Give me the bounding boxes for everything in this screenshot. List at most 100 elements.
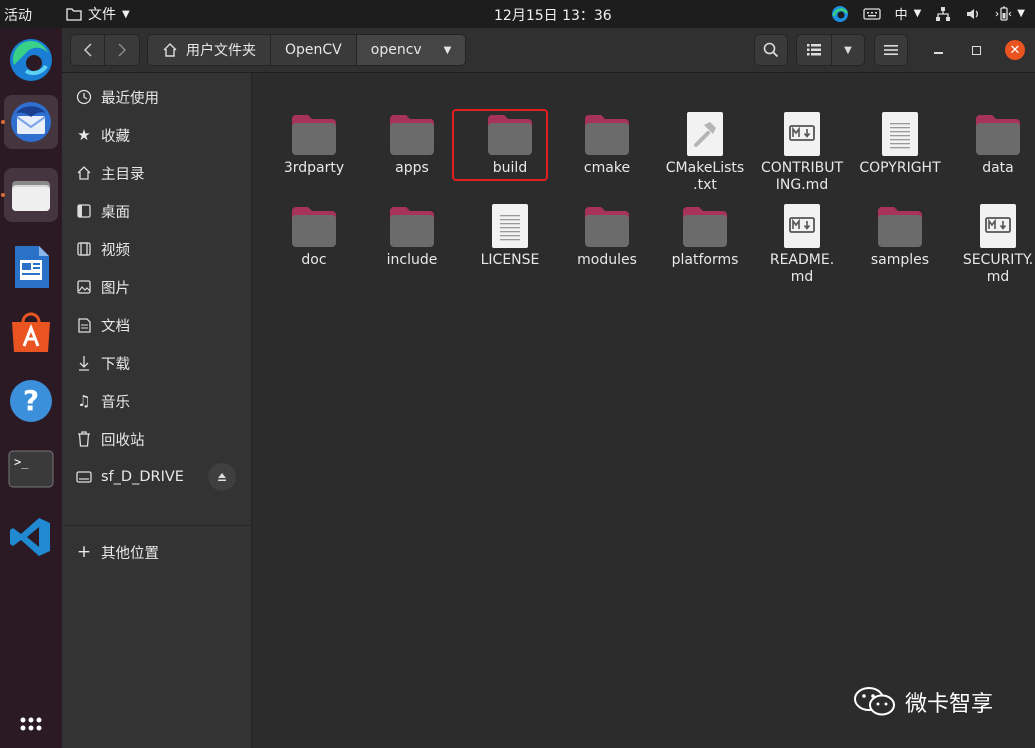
sidebar-item-drive[interactable]: sf_D_DRIVE (62, 459, 251, 495)
trash-icon (76, 431, 92, 447)
network-icon[interactable] (935, 6, 951, 22)
folder-item[interactable]: platforms (657, 201, 753, 269)
battery-icon[interactable]: ▼ (995, 6, 1025, 22)
view-options-button[interactable]: ▼ (831, 34, 865, 66)
edge-tray-icon[interactable] (831, 5, 849, 23)
menu-button[interactable] (874, 34, 908, 66)
file-name: modules (577, 252, 637, 268)
svg-text:>_: >_ (14, 455, 29, 469)
sidebar-item-downloads[interactable]: 下载 (62, 345, 251, 381)
home-icon (76, 165, 92, 181)
show-applications-button[interactable] (4, 708, 58, 748)
folder-icon (66, 8, 82, 21)
folder-item[interactable]: modules (559, 201, 655, 269)
file-item[interactable]: CONTRIBUT ING.md (754, 109, 850, 194)
eject-button[interactable] (208, 463, 236, 491)
clock[interactable]: 12月15日 13：36 (494, 5, 612, 25)
chevron-left-icon (83, 43, 92, 57)
folder-item[interactable]: cmake (559, 109, 655, 177)
sidebar-item-label: 回收站 (101, 432, 145, 449)
dock-terminal[interactable]: >_ (4, 442, 58, 496)
svg-text:?: ? (23, 384, 39, 417)
file-name: 3rdparty (283, 160, 345, 176)
sidebar-item-videos[interactable]: 视频 (62, 231, 251, 267)
file-item[interactable]: SECURITY. md (950, 201, 1035, 286)
sidebar-item-other-locations[interactable]: + 其他位置 (62, 534, 251, 570)
dock-software[interactable] (4, 306, 58, 360)
search-button[interactable] (754, 34, 788, 66)
file-icon-wrap (950, 201, 1035, 249)
file-item[interactable]: LICENSE (462, 201, 558, 269)
maximize-button[interactable] (966, 40, 986, 60)
folder-icon (390, 115, 434, 155)
file-name: LICENSE (480, 252, 540, 268)
chevron-down-icon: ▼ (1017, 8, 1025, 19)
dock-vscode[interactable] (4, 510, 58, 564)
sidebar-item-pictures[interactable]: 图片 (62, 269, 251, 305)
file-icon-wrap (754, 109, 850, 157)
search-icon (763, 42, 779, 58)
folder-icon (683, 207, 727, 247)
back-button[interactable] (70, 34, 105, 66)
chevron-right-icon (118, 43, 127, 57)
file-item[interactable]: COPYRIGHT (852, 109, 948, 177)
folder-item[interactable]: apps (364, 109, 460, 177)
folder-item[interactable]: build (462, 109, 558, 177)
file-name: COPYRIGHT (859, 160, 941, 176)
sidebar-item-trash[interactable]: 回收站 (62, 421, 251, 457)
wechat-icon (854, 687, 895, 716)
crumb-current[interactable]: opencv ▼ (356, 35, 466, 65)
sidebar-item-starred[interactable]: ★ 收藏 (62, 117, 251, 153)
sidebar-item-desktop[interactable]: 桌面 (62, 193, 251, 229)
dock-thunderbird[interactable] (4, 95, 58, 149)
clock-icon (76, 89, 92, 105)
file-name: build (492, 160, 528, 176)
input-method-label: 中 (894, 8, 908, 23)
minimize-button[interactable] (928, 40, 948, 60)
activities-button[interactable]: 活动 (4, 5, 32, 25)
chevron-down-icon: ▼ (443, 44, 452, 56)
folder-item[interactable]: data (950, 109, 1035, 177)
close-button[interactable]: ✕ (1005, 40, 1025, 60)
folder-item[interactable]: doc (266, 201, 362, 269)
navigation-buttons (70, 34, 140, 66)
forward-button[interactable] (105, 34, 140, 66)
dock-edge[interactable] (4, 33, 58, 87)
watermark: 微卡智享 (853, 686, 993, 718)
text-file-icon (882, 112, 918, 156)
markdown-file-icon (784, 204, 820, 248)
file-icon-wrap (657, 201, 753, 249)
file-name: SECURITY. md (950, 252, 1035, 286)
sidebar-item-label: 主目录 (101, 166, 145, 183)
file-name: README. md (754, 252, 850, 286)
sidebar-item-recent[interactable]: 最近使用 (62, 79, 251, 115)
folder-icon (292, 115, 336, 155)
app-menu[interactable]: 文件 ▼ (66, 4, 130, 24)
folder-item[interactable]: samples (852, 201, 948, 269)
crumb-opencv-parent[interactable]: OpenCV (271, 35, 357, 65)
keyboard-icon[interactable] (862, 7, 881, 21)
folder-item[interactable]: 3rdparty (266, 109, 362, 177)
cmake-file-icon (687, 112, 723, 156)
sidebar-item-documents[interactable]: 文档 (62, 307, 251, 343)
sidebar-divider (62, 525, 251, 526)
input-method-indicator[interactable]: 中 ▼ (895, 4, 922, 23)
file-item[interactable]: README. md (754, 201, 850, 286)
file-manager-window: 用户文件夹 OpenCV opencv ▼ ▼ ✕ 最近使用 ★ 收藏 主目录 … (62, 28, 1035, 748)
dock-help[interactable]: ? (4, 374, 58, 428)
sidebar-item-music[interactable]: ♫ 音乐 (62, 383, 251, 419)
sidebar-item-label: 视频 (101, 242, 130, 259)
volume-icon[interactable] (965, 6, 981, 22)
sidebar-item-home[interactable]: 主目录 (62, 155, 251, 191)
view-list-button[interactable] (796, 34, 832, 66)
folder-item[interactable]: include (364, 201, 460, 269)
dock-writer[interactable] (4, 240, 58, 294)
crumb-home[interactable]: 用户文件夹 (148, 35, 271, 65)
file-item[interactable]: CMakeLists .txt (657, 109, 753, 194)
home-icon (163, 43, 177, 57)
file-icon-wrap (754, 201, 850, 249)
file-name-line: README. (769, 252, 835, 268)
dock-files[interactable] (4, 168, 58, 222)
path-bar: 用户文件夹 OpenCV opencv ▼ (147, 34, 467, 66)
sidebar-item-label: 最近使用 (101, 90, 159, 107)
